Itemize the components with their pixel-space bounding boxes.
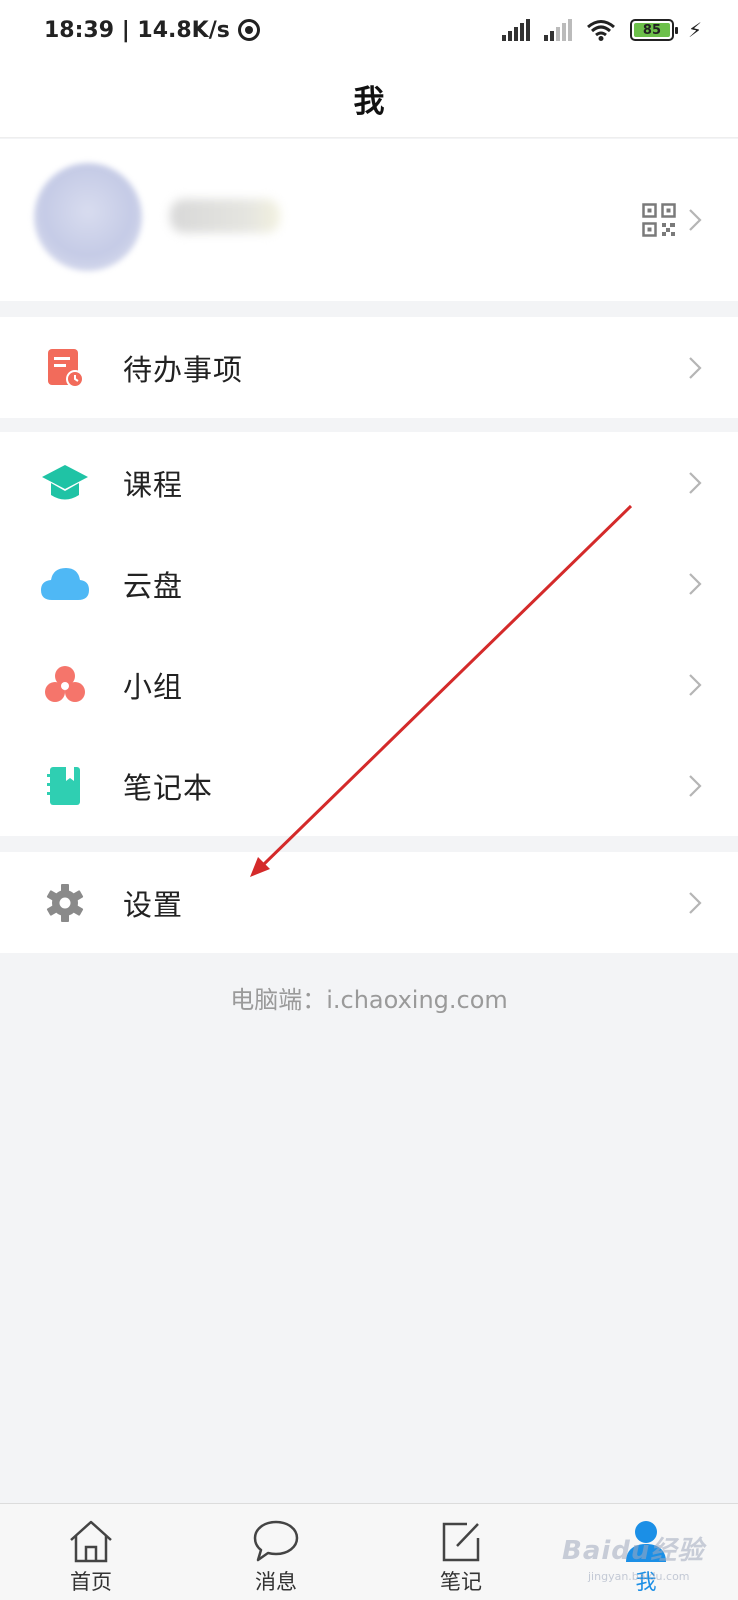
menu-item-label: 笔记本 [123, 770, 214, 805]
graduation-cap-icon [40, 461, 90, 505]
tab-label: 笔记 [440, 1570, 482, 1594]
menu-item-label: 小组 [123, 669, 184, 704]
menu-item-label: 云盘 [123, 568, 184, 603]
chevron-right-icon [688, 208, 702, 232]
status-left: 18:39 | 14.8K/s [44, 18, 260, 43]
menu-item-label: 待办事项 [123, 352, 244, 387]
tab-home[interactable]: 首页 [31, 1504, 151, 1600]
menu-section-main: 课程 云盘 小组 笔记本 [0, 432, 738, 836]
cloud-icon [40, 562, 90, 606]
chevron-right-icon [688, 471, 702, 495]
chevron-right-icon [688, 572, 702, 596]
note-edit-icon [442, 1522, 480, 1562]
qr-code-icon[interactable] [642, 203, 676, 237]
todo-icon [40, 346, 90, 390]
tab-label: 消息 [255, 1570, 297, 1594]
home-icon [70, 1520, 112, 1563]
status-right: 85 ⚡ [501, 18, 702, 42]
group-icon [40, 663, 90, 707]
menu-section-todo: 待办事项 [0, 317, 738, 418]
page-header: 我 [0, 60, 738, 138]
status-time-speed: 18:39 | 14.8K/s [44, 17, 230, 43]
screen: 18:39 | 14.8K/s 85 ⚡ 我 待办事项 课程 云盘 小组 笔记本… [0, 0, 738, 1600]
notebook-icon [40, 764, 90, 808]
message-icon [253, 1520, 299, 1562]
menu-item-settings[interactable]: 设置 [0, 852, 738, 953]
page-title: 我 [353, 84, 385, 120]
status-bar: 18:39 | 14.8K/s 85 ⚡ [0, 0, 738, 60]
menu-item-todo[interactable]: 待办事项 [0, 317, 738, 418]
chevron-right-icon [688, 356, 702, 380]
hotspot-icon [237, 19, 260, 41]
wifi-icon [586, 20, 615, 41]
charging-icon: ⚡ [687, 18, 702, 42]
menu-section-settings: 设置 [0, 852, 738, 953]
chevron-right-icon [688, 891, 702, 915]
signal-icon [501, 19, 530, 41]
menu-item-notebook[interactable]: 笔记本 [0, 735, 738, 836]
menu-item-label: 设置 [123, 887, 184, 922]
gear-icon [40, 881, 90, 925]
battery-level: 85 [633, 23, 670, 38]
menu-item-group[interactable]: 小组 [0, 634, 738, 735]
battery-icon: 85 [629, 19, 678, 41]
profile-card[interactable] [0, 139, 738, 301]
menu-item-label: 课程 [123, 467, 184, 502]
watermark-logo: Baidu经验 [562, 1536, 705, 1566]
tab-label: 首页 [70, 1570, 112, 1594]
username-blurred [170, 199, 280, 233]
web-address-hint: 电脑端：i.chaoxing.com [230, 986, 508, 1014]
watermark-url: jingyan.baidu.com [588, 1570, 690, 1583]
chevron-right-icon [688, 673, 702, 697]
chevron-right-icon [688, 774, 702, 798]
menu-item-course[interactable]: 课程 [0, 432, 738, 533]
avatar[interactable] [34, 163, 142, 271]
tab-messages[interactable]: 消息 [216, 1504, 336, 1600]
signal-2-icon [543, 19, 572, 41]
menu-item-cloud-disk[interactable]: 云盘 [0, 533, 738, 634]
tab-notes[interactable]: 笔记 [401, 1504, 521, 1600]
